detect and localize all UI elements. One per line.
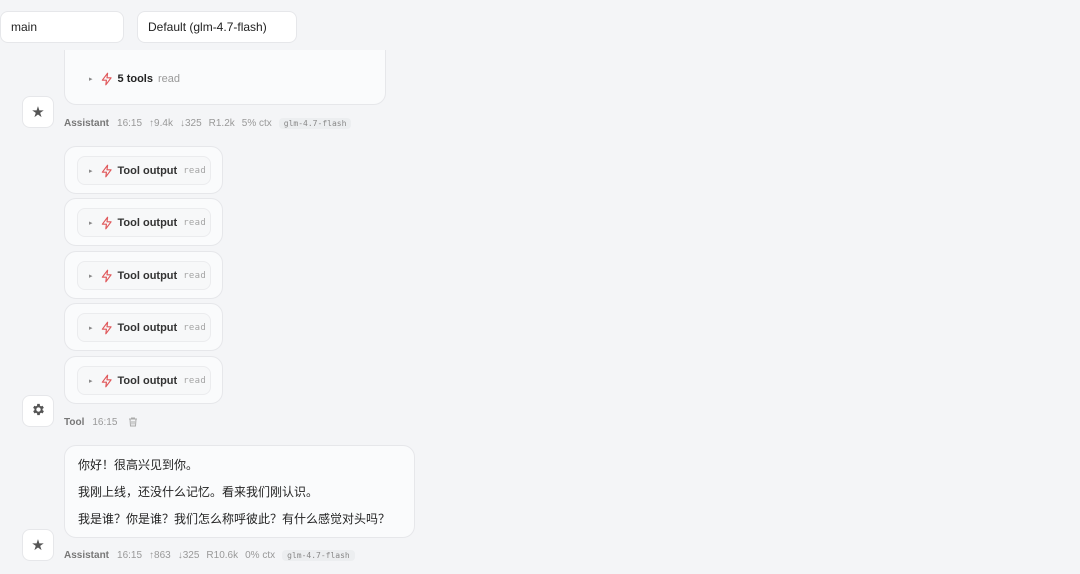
- tool-output-label: Tool output: [117, 216, 178, 229]
- lightning-icon: [100, 72, 114, 86]
- branch-selector-value: main: [11, 20, 38, 34]
- tools-summary-label: 5 tools: [117, 73, 153, 85]
- cache-read: R1.2k: [208, 118, 235, 129]
- trash-icon[interactable]: [127, 416, 139, 428]
- caret-right-icon: ▸: [89, 167, 93, 175]
- tokens-out: ↓325: [177, 550, 200, 561]
- tool-output-toggle[interactable]: ▸ Tool output read: [77, 313, 211, 342]
- caret-right-icon: ▸: [89, 324, 93, 332]
- context-usage: 5% ctx: [241, 118, 272, 129]
- lightning-icon: [100, 321, 114, 335]
- tool-output-toggle[interactable]: ▸ Tool output read: [77, 156, 211, 185]
- tool-avatar: [22, 395, 54, 427]
- sender-name: Tool: [64, 416, 85, 428]
- assistant-meta: Assistant 16:15 ↑9.4k ↓325 R1.2k 5% ctx …: [64, 118, 352, 129]
- model-selector[interactable]: Default (glm-4.7-flash): [137, 11, 297, 43]
- cache-read: R10.6k: [206, 550, 239, 561]
- lightning-icon: [100, 374, 114, 388]
- message-line: 你好！很高兴见到你。: [78, 458, 199, 472]
- gear-icon: [31, 402, 46, 421]
- tools-summary-card: ▸ 5 tools read: [64, 50, 386, 105]
- message-line: 我刚上线，还没什么记忆。看来我们刚认识。: [78, 485, 319, 499]
- lightning-icon: [100, 269, 114, 283]
- model-selector-value: Default (glm-4.7-flash): [148, 20, 267, 34]
- tool-meta: Tool 16:15: [64, 416, 139, 428]
- tokens-in: ↑9.4k: [149, 118, 173, 129]
- model-chip: glm-4.7-flash: [282, 550, 355, 561]
- tool-output-label: Tool output: [117, 164, 178, 177]
- lightning-icon: [100, 164, 114, 178]
- tool-output-kind: read: [183, 270, 207, 281]
- tool-output-card: ▸ Tool output read: [64, 303, 223, 351]
- tool-output-toggle[interactable]: ▸ Tool output read: [77, 261, 211, 290]
- tool-output-kind: read: [183, 165, 207, 176]
- assistant-message: 你好！很高兴见到你。 我刚上线，还没什么记忆。看来我们刚认识。 我是谁？你是谁？…: [64, 445, 415, 538]
- tool-output-toggle[interactable]: ▸ Tool output read: [77, 366, 211, 395]
- caret-right-icon: ▸: [89, 377, 93, 385]
- assistant-meta: Assistant 16:15 ↑863 ↓325 R10.6k 0% ctx …: [64, 550, 355, 561]
- branch-selector[interactable]: main: [0, 11, 124, 43]
- message-time: 16:15: [117, 550, 143, 561]
- message-time: 16:15: [92, 416, 118, 428]
- tool-output-card: ▸ Tool output read: [64, 146, 223, 194]
- tokens-out: ↓325: [179, 118, 202, 129]
- context-usage: 0% ctx: [245, 550, 276, 561]
- tool-output-kind: read: [183, 217, 207, 228]
- message-time: 16:15: [117, 118, 143, 129]
- model-chip: glm-4.7-flash: [278, 118, 352, 129]
- tool-output-kind: read: [183, 375, 207, 386]
- message-line: 我是谁？你是谁？我们怎么称呼彼此？有什么感觉对头吗？: [78, 512, 391, 526]
- tool-output-label: Tool output: [117, 374, 178, 387]
- assistant-avatar: ★: [22, 529, 54, 561]
- tool-output-card: ▸ Tool output read: [64, 198, 223, 246]
- tokens-in: ↑863: [149, 550, 171, 561]
- tool-output-label: Tool output: [117, 269, 178, 282]
- tool-output-label: Tool output: [117, 321, 178, 334]
- tools-summary-toggle[interactable]: ▸ 5 tools read: [89, 72, 180, 86]
- tools-summary-kind: read: [157, 73, 180, 85]
- tool-output-card: ▸ Tool output read: [64, 356, 223, 404]
- sender-name: Assistant: [64, 550, 110, 561]
- assistant-avatar: ★: [22, 96, 54, 128]
- caret-right-icon: ▸: [89, 219, 93, 227]
- caret-right-icon: ▸: [89, 272, 93, 280]
- sender-name: Assistant: [64, 118, 110, 129]
- tool-output-kind: read: [183, 322, 207, 333]
- caret-right-icon: ▸: [89, 76, 93, 83]
- lightning-icon: [100, 216, 114, 230]
- star-icon: ★: [31, 537, 45, 554]
- tool-output-toggle[interactable]: ▸ Tool output read: [77, 208, 211, 237]
- tool-output-card: ▸ Tool output read: [64, 251, 223, 299]
- star-icon: ★: [31, 104, 45, 121]
